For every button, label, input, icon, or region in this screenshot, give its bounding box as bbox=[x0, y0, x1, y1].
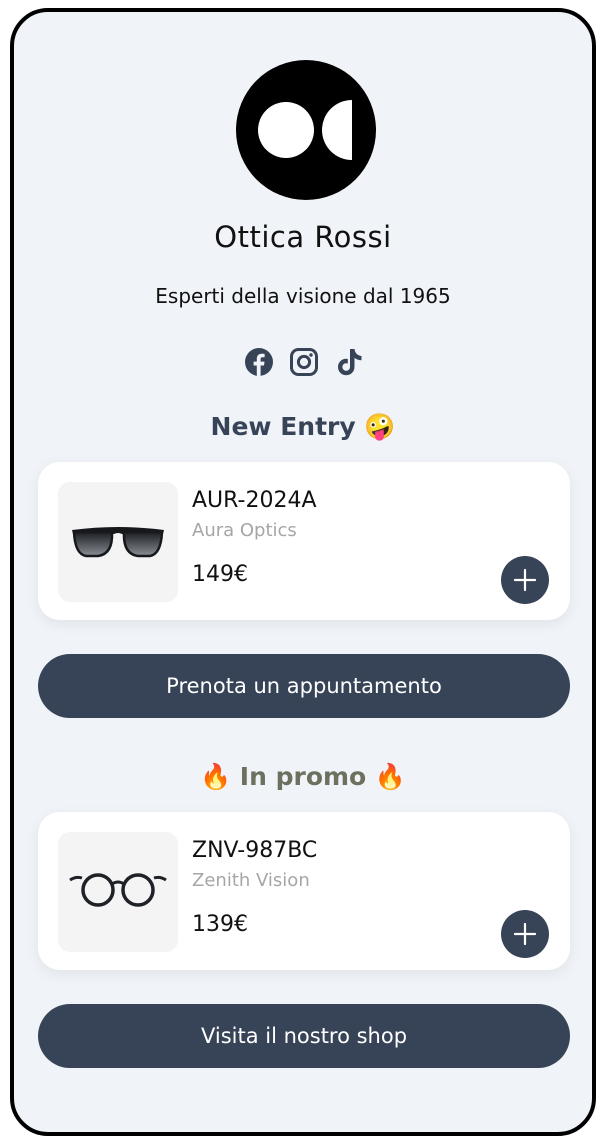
profile-name: Ottica Rossi bbox=[214, 220, 392, 254]
profile-tagline: Esperti della visione dal 1965 bbox=[155, 284, 451, 308]
brand-logo bbox=[236, 60, 376, 200]
facebook-icon[interactable] bbox=[244, 347, 274, 377]
tiktok-icon[interactable] bbox=[334, 347, 364, 377]
add-to-cart-button[interactable] bbox=[501, 556, 549, 604]
logo-half-circle-shape bbox=[322, 100, 352, 160]
book-appointment-button[interactable]: Prenota un appuntamento bbox=[38, 654, 570, 718]
product-brand: Aura Optics bbox=[192, 520, 297, 541]
instagram-icon[interactable] bbox=[289, 347, 319, 377]
product-brand: Zenith Vision bbox=[192, 870, 310, 891]
new-entry-heading: New Entry 🤪 bbox=[210, 412, 396, 441]
add-to-cart-button[interactable] bbox=[501, 910, 549, 958]
round-eyeglasses-icon bbox=[69, 873, 167, 907]
product-code: AUR-2024A bbox=[192, 488, 317, 513]
product-price: 139€ bbox=[192, 912, 248, 937]
product-image bbox=[58, 832, 178, 952]
product-image bbox=[58, 482, 178, 602]
product-card[interactable]: ZNV-987BC Zenith Vision 139€ bbox=[38, 812, 570, 970]
plus-icon bbox=[513, 922, 537, 946]
product-price: 149€ bbox=[192, 562, 248, 587]
phone-frame: Ottica Rossi Esperti della visione dal 1… bbox=[10, 8, 596, 1136]
logo-circle-shape bbox=[258, 102, 314, 158]
promo-heading: 🔥 In promo 🔥 bbox=[199, 762, 407, 791]
product-code: ZNV-987BC bbox=[192, 838, 318, 863]
plus-icon bbox=[513, 568, 537, 592]
visit-shop-button[interactable]: Visita il nostro shop bbox=[38, 1004, 570, 1068]
product-card[interactable]: AUR-2024A Aura Optics 149€ bbox=[38, 462, 570, 620]
sunglasses-icon bbox=[72, 527, 164, 558]
social-links bbox=[244, 346, 364, 378]
